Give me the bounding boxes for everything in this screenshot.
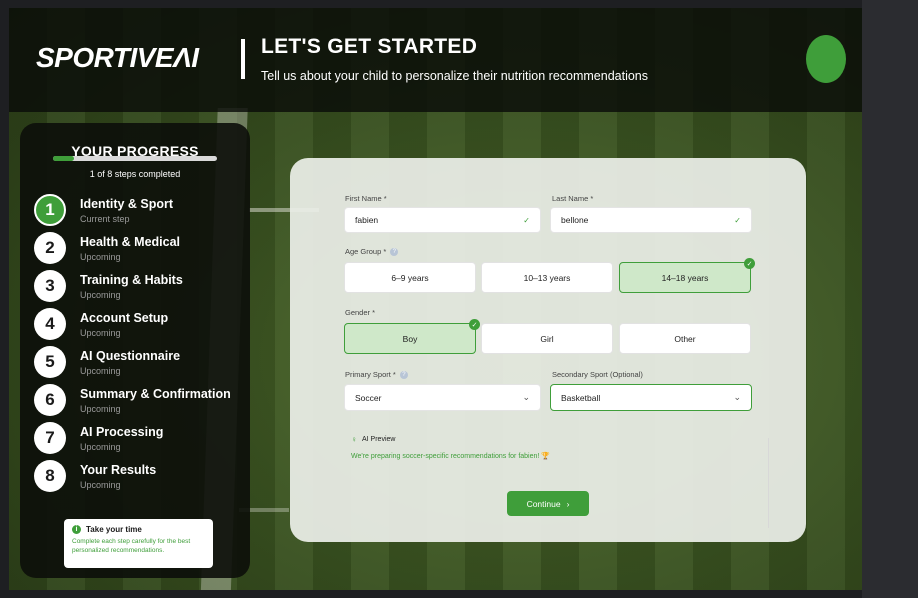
check-icon: ✓ [469,319,480,330]
step-status: Upcoming [80,479,121,490]
header-divider [241,39,245,79]
ai-preview-title: AI Preview [362,436,396,443]
page-subtitle: Tell us about your child to personalize … [261,69,649,83]
step-label: AI Questionnaire [80,348,181,363]
step-number: 8 [34,460,66,492]
step-label: Your Results [80,462,157,477]
age-option[interactable]: 14–18 years ✓ [619,258,755,293]
app-frame: SPORTIVEΛI LET'S GET STARTED Tell us abo… [9,8,862,590]
first-name-label: First Name * [345,194,387,203]
chevron-right-icon: › [566,498,570,509]
secondary-sport-label: Secondary Sport (Optional) [552,370,643,379]
step-number: 6 [34,384,66,416]
step-item[interactable]: 7 AI Processing Upcoming [34,419,244,457]
progress-bar-fill [53,156,74,161]
step-status: Upcoming [80,327,121,338]
step-item[interactable]: 8 Your Results Upcoming [34,457,244,495]
tip-box: i Take your time Complete each step caref… [64,519,213,568]
gender-option[interactable]: Girl [481,323,613,354]
step-status: Upcoming [80,251,121,262]
step-number: 1 [34,194,66,226]
step-item[interactable]: 5 AI Questionnaire Upcoming [34,343,244,381]
step-label: Health & Medical [80,234,181,249]
ai-preview: ♀ AI Preview We're preparing soccer-speci… [351,435,771,471]
chevron-down-icon: ⌄ [733,392,741,402]
progress-count: 1 of 8 steps completed [89,169,181,179]
bulb-icon: ♀ [351,435,357,444]
step-number: 7 [34,422,66,454]
step-label: AI Processing [80,424,164,439]
step-status: Upcoming [80,365,121,376]
step-number: 4 [34,308,66,340]
divider [768,438,769,528]
step-item[interactable]: 4 Account Setup Upcoming [34,305,244,343]
primary-sport-select[interactable]: Soccer ⌄ [344,384,541,411]
step-label: Training & Habits [80,272,183,287]
step-item[interactable]: 1 Identity & Sport Current step [34,191,244,229]
step-label: Summary & Confirmation [80,386,231,401]
step-status: Upcoming [80,403,121,414]
step-item[interactable]: 2 Health & Medical Upcoming [34,229,244,267]
page-title: LET'S GET STARTED [261,35,478,58]
ai-preview-text: We're preparing soccer-specific recommen… [351,453,551,460]
step-number: 2 [34,232,66,264]
progress-bar [53,156,217,161]
gender-label: Gender * [345,308,376,317]
check-icon: ✓ [734,215,741,225]
step-label: Identity & Sport [80,196,174,211]
info-icon: i [72,525,81,534]
step-number: 5 [34,346,66,378]
continue-button[interactable]: Continue › [507,491,589,516]
first-name-field[interactable]: fabien ✓ [344,207,541,233]
age-group-label: Age Group *? [345,247,399,257]
secondary-sport-select[interactable]: Basketball ⌄ [550,384,752,411]
age-option[interactable]: 10–13 years [481,262,613,293]
step-number: 3 [34,270,66,302]
age-option[interactable]: 6–9 years [344,262,476,293]
gender-option[interactable]: Other [619,323,751,354]
tip-title: Take your time [86,525,142,534]
progress-sidebar: YOUR PROGRESS 1 of 8 steps completed 1 Id… [20,123,250,578]
avatar[interactable] [806,35,846,83]
step-status: Current step [80,213,130,224]
gender-option[interactable]: Boy ✓ [344,319,480,354]
step-item[interactable]: 6 Summary & Confirmation Upcoming [34,381,244,419]
header: SPORTIVEΛI LET'S GET STARTED Tell us abo… [9,8,862,112]
step-item[interactable]: 3 Training & Habits Upcoming [34,267,244,305]
window-edge [862,0,918,598]
question-icon[interactable]: ? [399,371,408,380]
tip-body: Complete each step carefully for the bes… [72,538,191,554]
last-name-label: Last Name * [552,194,594,203]
chevron-down-icon: ⌄ [522,392,530,402]
step-status: Upcoming [80,289,121,300]
step-status: Upcoming [80,441,121,452]
check-icon: ✓ [523,215,530,225]
check-icon: ✓ [744,258,755,269]
question-icon[interactable]: ? [390,248,399,257]
last-name-field[interactable]: bellone ✓ [550,207,752,233]
form-card: First Name * fabien ✓ Last Name * bellone… [290,158,806,542]
step-label: Account Setup [80,310,169,325]
primary-sport-label: Primary Sport *? [345,370,408,380]
logo: SPORTIVEΛI [36,42,199,73]
